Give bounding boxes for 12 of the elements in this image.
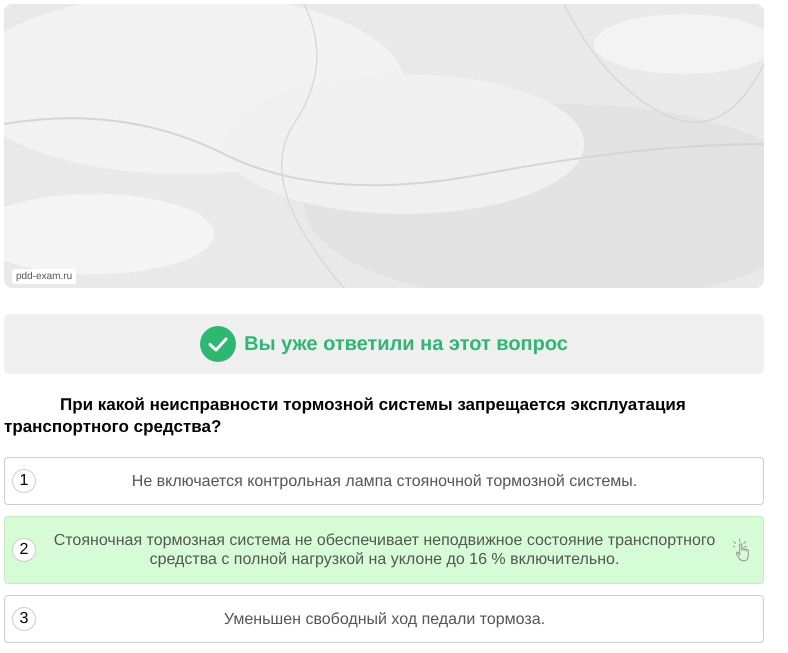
answer-option[interactable]: 1 Не включается контрольная лампа стояночной тормозной системы. xyxy=(4,457,764,505)
answer-number: 1 xyxy=(12,469,36,493)
answer-text: Уменьшен свободный ход педали тормоза. xyxy=(222,610,546,628)
image-caption: pdd-exam.ru xyxy=(12,269,76,284)
answer-option[interactable]: 2 Стояночная тормозная система не обеспечивает неподвижное состояние транспортного средства с полной нагрузкой на уклоне до 16 % включительно. xyxy=(4,516,764,584)
answer-number: 3 xyxy=(12,607,36,631)
question-text: При какой неисправности тормозной системы запрещается эксплуатация транспортного средства? xyxy=(4,394,687,438)
status-text: Вы уже ответили на этот вопрос xyxy=(244,332,568,356)
answer-number: 2 xyxy=(12,538,36,562)
answer-text: Не включается контрольная лампа стояночной тормозной системы. xyxy=(130,472,638,490)
answer-text: Стояночная тормозная система не обеспечивает неподвижное состояние транспортного средства с полной нагрузкой на уклоне до 16 % включительно. xyxy=(52,531,716,569)
answer-option[interactable]: 3 Уменьшен свободный ход педали тормоза. xyxy=(4,595,764,643)
